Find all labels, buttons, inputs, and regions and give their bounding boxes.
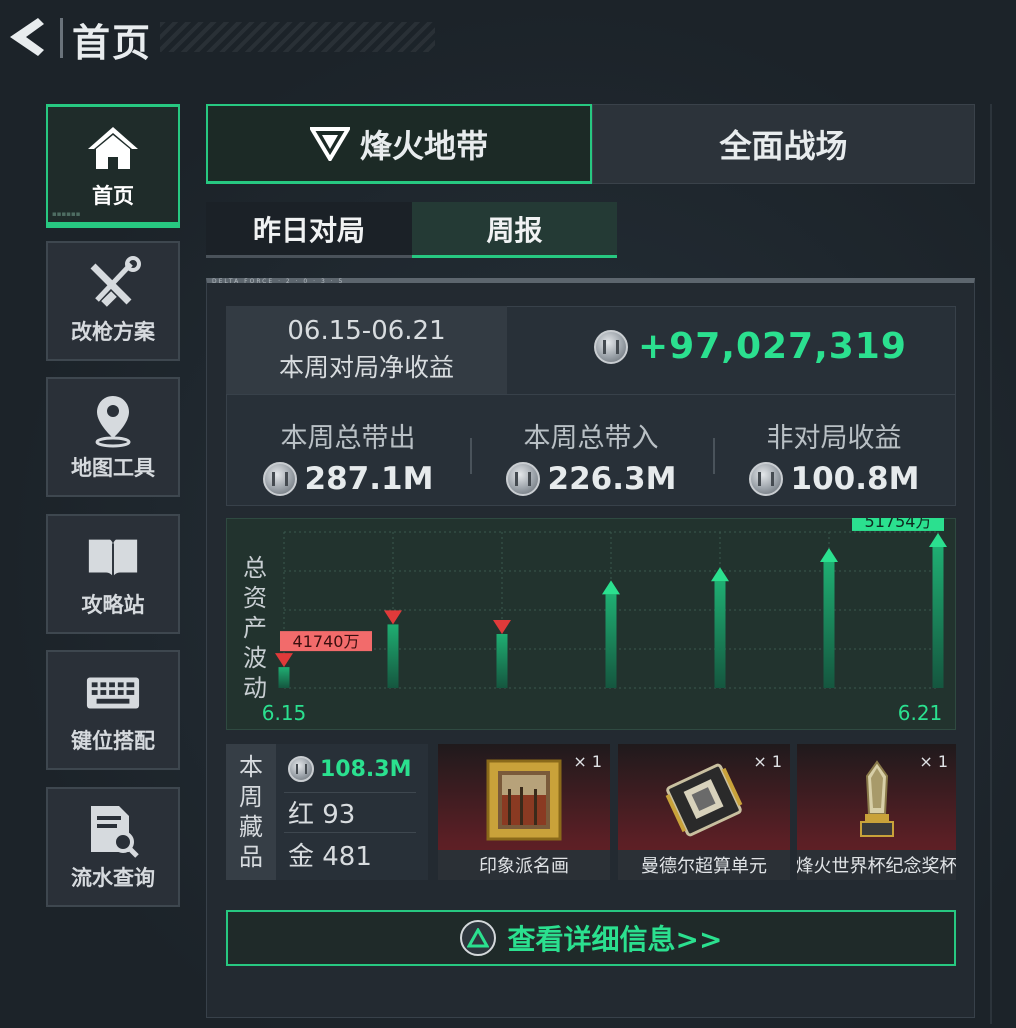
tab-label: 烽火地带 [359,126,488,165]
collection-label: 本周藏品 [226,744,276,880]
sidebar-item-label: 键位搭配 [71,729,155,753]
up-arrow-marker [711,567,729,582]
stat-label: 本周总带入 [523,423,659,454]
tab-full-battlefield[interactable]: 全面战场 [592,104,975,184]
coin-icon [262,462,297,496]
collection-red-count: 红 93 [288,800,356,830]
up-arrow-marker [929,532,947,547]
tab-label: 昨日对局 [252,213,365,247]
chart-bar [605,594,617,688]
date-box: 06.15-06.21 本周对局净收益 [226,306,507,394]
stat-total-in: 本周总带入 226.3M [471,416,711,497]
sidebar-item-home[interactable]: 首页 ▪▪▪▪▪▪ [46,104,180,228]
sidebar-item-keybinds[interactable]: 键位搭配 [46,650,180,770]
x-tick-label: 6.21 [898,701,943,725]
sidebar-decoration: ▪▪▪▪▪▪ [52,210,81,218]
chart-bar [714,581,726,688]
coin-icon [748,462,783,496]
divider [284,832,416,833]
net-income-label: 本周对局净收益 [278,353,454,382]
back-arrow-icon [10,18,44,56]
chart-bar [496,634,508,688]
up-arrow-marker [602,580,620,595]
collection-value: 108.3M [320,756,412,782]
view-details-label: 查看详细信息>> [507,923,723,956]
stat-label: 非对局收益 [766,423,902,454]
down-arrow-marker [493,620,511,634]
coin-icon [594,329,628,364]
stat-total-out: 本周总带出 287.1M [228,416,468,497]
sidebar-item-label: 流水查询 [71,866,155,890]
divider [226,394,956,395]
stat-non-match-income: 非对局收益 100.8M [714,416,954,497]
sidebar-item-label: 地图工具 [71,456,155,480]
collection-stats: 108.3M 红 93 金 481 [276,744,428,880]
keyboard-icon [85,665,141,721]
sidebar-item-label: 改枪方案 [71,320,155,344]
collection-gold-row: 金 481 [288,836,372,873]
chart-bar [278,667,290,688]
tab-fire-zone[interactable]: 烽火地带 [206,104,592,184]
tab-label: 周报 [486,213,543,247]
view-details-button[interactable]: 查看详细信息>> [226,910,956,966]
item-quantity: × 1 [919,752,948,771]
coin-icon [505,462,540,496]
item-quantity: × 1 [573,752,602,771]
header-decoration [160,22,435,52]
date-range: 06.15-06.21 [287,316,446,346]
coin-icon [288,756,314,782]
document-search-icon [85,802,141,858]
gun-wrench-icon [85,256,141,312]
chart-bar [387,624,399,688]
collection-item[interactable]: × 1 烽火世界杯纪念奖杯 [797,744,956,880]
tab-label: 全面战场 [719,127,848,165]
sidebar-item-transactions[interactable]: 流水查询 [46,787,180,907]
tab-weekly-report[interactable]: 周报 [412,202,617,258]
delta-circle-icon [459,920,496,956]
stat-value: 226.3M [547,461,677,497]
collection-gold-count: 金 481 [288,842,372,872]
collection-red-row: 红 93 [288,794,355,831]
item-name: 烽火世界杯纪念奖杯 [797,850,956,880]
stat-value: 100.8M [790,461,920,497]
book-icon [85,529,141,585]
panel-tag: DELTA FORCE · 2 · 0 · 3 · 5 [212,278,345,285]
sidebar-item-gun-mods[interactable]: 改枪方案 [46,241,180,361]
header-divider [60,18,63,58]
x-tick-label: 6.15 [262,701,307,725]
divider [284,792,416,793]
net-income-value: +97,027,319 [638,326,907,367]
up-arrow-marker [820,548,838,562]
panel-edge [990,104,992,1024]
delta-logo-icon [309,126,350,161]
sidebar-item-guides[interactable]: 攻略站 [46,514,180,634]
sidebar-item-label: 首页 [92,183,134,208]
map-pin-icon [85,392,141,448]
item-name: 曼德尔超算单元 [618,850,790,880]
down-arrow-marker [384,610,402,625]
net-income: +97,027,319 [594,326,907,367]
back-button[interactable] [4,14,48,60]
collection-value-row: 108.3M [288,756,411,782]
sidebar-item-map-tools[interactable]: 地图工具 [46,377,180,497]
item-quantity: × 1 [753,752,782,771]
data-label: 51754万 [865,518,932,531]
tab-yesterday-matches[interactable]: 昨日对局 [206,202,412,258]
chart-bar [823,562,835,688]
chart-bar [932,546,944,688]
sidebar-item-label: 攻略站 [81,593,145,617]
item-name: 印象派名画 [438,850,610,880]
down-arrow-marker [275,653,293,668]
collection-item[interactable]: × 1 曼德尔超算单元 [618,744,790,880]
home-icon [85,120,141,176]
page-title: 首页 [72,21,153,65]
stat-value: 287.1M [304,461,434,497]
stat-label: 本周总带出 [280,423,416,454]
data-label: 41740万 [293,632,360,651]
asset-chart-plot: 6.15 6.21 41740万 51754万 [262,518,947,725]
collection-item[interactable]: × 1 印象派名画 [438,744,610,880]
